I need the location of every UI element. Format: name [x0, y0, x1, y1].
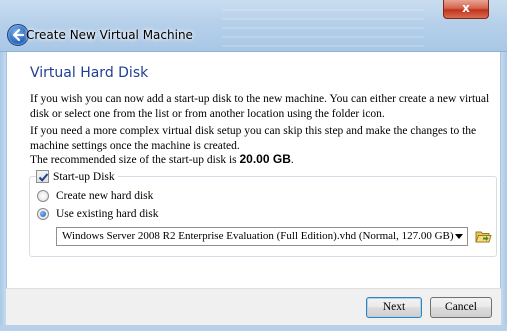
close-button[interactable]: x — [443, 0, 489, 19]
existing-disk-select[interactable]: Windows Server 2008 R2 Enterprise Evalua… — [56, 227, 468, 246]
create-new-disk-label: Create new hard disk — [56, 190, 154, 202]
background-window-glow — [218, 0, 428, 52]
startup-disk-group: Start-up Disk Create new hard disk Use e… — [29, 170, 497, 257]
recommended-size-prefix: The recommended size of the start-up dis… — [30, 154, 240, 166]
use-existing-disk-label: Use existing hard disk — [56, 208, 159, 220]
back-arrow-icon — [12, 28, 25, 42]
title-bar: Create New Virtual Machine x — [0, 0, 507, 52]
selected-disk-value: Windows Server 2008 R2 Enterprise Evalua… — [62, 230, 454, 242]
create-new-disk-option[interactable]: Create new hard disk — [37, 190, 153, 202]
startup-disk-checkbox-row[interactable]: Start-up Disk — [36, 170, 118, 183]
use-existing-disk-radio[interactable] — [37, 208, 49, 220]
recommended-size-text: The recommended size of the start-up dis… — [30, 152, 500, 168]
wizard-page: Virtual Hard Disk If you wish you can no… — [6, 52, 501, 288]
use-existing-disk-option[interactable]: Use existing hard disk — [37, 208, 159, 220]
recommended-size-suffix: . — [290, 154, 294, 166]
advanced-setup-paragraph: If you need a more complex virtual disk … — [30, 125, 477, 152]
button-bar-divider — [6, 288, 501, 289]
close-icon: x — [462, 1, 470, 15]
cancel-button[interactable]: Cancel — [430, 297, 492, 318]
page-title: Virtual Hard Disk — [30, 65, 149, 81]
startup-disk-checkbox[interactable] — [36, 170, 49, 183]
window-title: Create New Virtual Machine — [26, 28, 193, 42]
folder-icon — [475, 231, 492, 243]
intro-paragraph: If you wish you can now add a start-up d… — [30, 93, 490, 120]
recommended-size-value: 20.00 GB — [239, 152, 291, 166]
chevron-down-icon[interactable] — [455, 234, 463, 239]
frame-right — [501, 52, 507, 331]
choose-disk-folder-button[interactable] — [474, 227, 493, 246]
create-new-disk-radio[interactable] — [37, 190, 49, 202]
startup-disk-label: Start-up Disk — [53, 170, 115, 183]
frame-bottom — [0, 325, 507, 331]
next-button[interactable]: Next — [366, 297, 422, 318]
checkmark-icon — [38, 173, 49, 182]
